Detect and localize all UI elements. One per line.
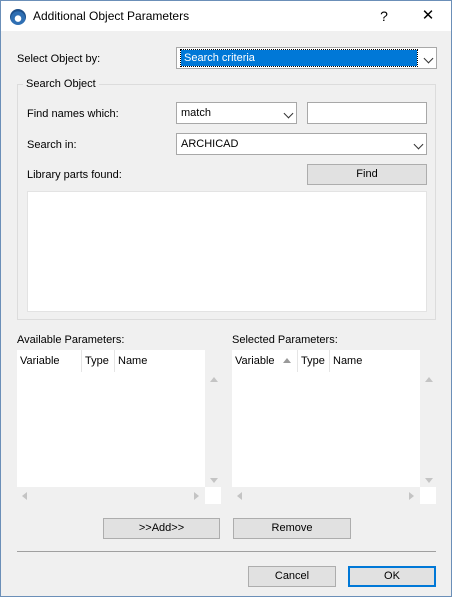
column-header-variable-label: Variable bbox=[235, 355, 275, 367]
help-button[interactable]: ? bbox=[370, 5, 398, 27]
name-search-input[interactable] bbox=[307, 102, 427, 124]
title-bar[interactable]: Additional Object Parameters ? ✕ bbox=[1, 1, 451, 31]
available-horizontal-scrollbar[interactable] bbox=[17, 487, 205, 504]
search-object-legend: Search Object bbox=[23, 78, 99, 90]
match-value: match bbox=[181, 107, 211, 119]
search-in-dropdown[interactable]: ARCHICAD bbox=[176, 133, 427, 155]
find-names-label: Find names which: bbox=[27, 108, 119, 120]
ok-button[interactable]: OK bbox=[348, 566, 436, 587]
column-header-variable[interactable]: Variable bbox=[17, 350, 82, 372]
chevron-down-icon bbox=[423, 53, 434, 64]
column-header-type[interactable]: Type bbox=[82, 350, 115, 372]
column-header-name[interactable]: Name bbox=[330, 350, 420, 372]
search-in-label: Search in: bbox=[27, 139, 77, 151]
match-dropdown[interactable]: match bbox=[176, 102, 297, 124]
available-parameters-list[interactable]: Variable Type Name bbox=[17, 350, 222, 504]
scroll-down-arrow-icon[interactable] bbox=[425, 478, 433, 483]
select-object-by-value: Search criteria bbox=[180, 49, 418, 67]
column-header-variable[interactable]: Variable bbox=[232, 350, 298, 372]
selected-parameters-label: Selected Parameters: bbox=[232, 334, 338, 346]
column-header-name[interactable]: Name bbox=[115, 350, 205, 372]
cancel-button[interactable]: Cancel bbox=[248, 566, 336, 587]
available-parameters-label: Available Parameters: bbox=[17, 334, 125, 346]
scroll-up-arrow-icon[interactable] bbox=[210, 377, 218, 382]
available-parameters-header: Variable Type Name bbox=[17, 350, 205, 372]
selected-horizontal-scrollbar[interactable] bbox=[232, 487, 420, 504]
scroll-left-arrow-icon[interactable] bbox=[237, 492, 242, 500]
close-button[interactable]: ✕ bbox=[414, 5, 442, 27]
library-parts-results-list[interactable] bbox=[27, 191, 427, 312]
scroll-right-arrow-icon[interactable] bbox=[194, 492, 199, 500]
selected-vertical-scrollbar[interactable] bbox=[420, 350, 437, 487]
search-in-value: ARCHICAD bbox=[181, 138, 239, 150]
selected-parameters-header: Variable Type Name bbox=[232, 350, 420, 372]
chevron-down-icon bbox=[283, 108, 294, 119]
sort-ascending-icon bbox=[282, 358, 291, 363]
dialog-title: Additional Object Parameters bbox=[33, 9, 190, 23]
select-object-by-label: Select Object by: bbox=[17, 53, 101, 65]
footer-separator bbox=[17, 551, 436, 552]
remove-parameter-button[interactable]: Remove bbox=[233, 518, 351, 539]
chevron-down-icon bbox=[413, 139, 424, 150]
library-parts-found-label: Library parts found: bbox=[27, 169, 122, 181]
selected-parameters-list[interactable]: Variable Type Name bbox=[232, 350, 437, 504]
scroll-left-arrow-icon[interactable] bbox=[22, 492, 27, 500]
select-object-by-dropdown[interactable]: Search criteria bbox=[176, 47, 437, 69]
add-parameter-button[interactable]: >>Add>> bbox=[103, 518, 220, 539]
dialog-window: Additional Object Parameters ? ✕ Select … bbox=[0, 0, 452, 597]
find-button[interactable]: Find bbox=[307, 164, 427, 185]
column-header-type[interactable]: Type bbox=[298, 350, 330, 372]
scroll-up-arrow-icon[interactable] bbox=[425, 377, 433, 382]
scroll-down-arrow-icon[interactable] bbox=[210, 478, 218, 483]
available-vertical-scrollbar[interactable] bbox=[205, 350, 222, 487]
scroll-right-arrow-icon[interactable] bbox=[409, 492, 414, 500]
archicad-app-icon bbox=[10, 9, 26, 25]
